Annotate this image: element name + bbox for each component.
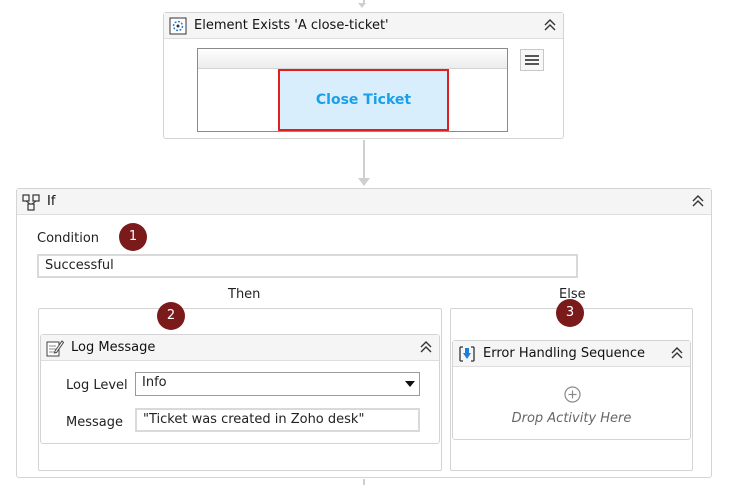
element-exists-header: Element Exists 'A close-ticket' [164,13,563,39]
preview-topbar [198,49,507,69]
bottom-connector [363,479,365,485]
drop-activity-text: Drop Activity Here [511,411,632,426]
then-panel[interactable]: Log Message Log Level Info Message "Tick… [38,308,442,471]
error-handling-header: Error Handling Sequence [453,341,690,367]
element-exists-activity[interactable]: Element Exists 'A close-ticket' Close Ti… [163,12,564,139]
condition-label: Condition [37,231,100,246]
middle-arrowhead [358,178,370,186]
collapse-icon[interactable] [669,345,685,361]
sequence-icon [459,346,475,362]
message-input[interactable]: "Ticket was created in Zoho desk" [135,408,420,432]
step-badge-1: 1 [119,223,147,251]
log-message-icon [46,340,64,357]
log-level-label: Log Level [66,378,128,393]
step-badge-2: 2 [157,302,185,330]
if-icon [22,194,40,211]
condition-input[interactable]: Successful [37,254,578,278]
element-preview: Close Ticket [197,48,508,132]
log-message-title: Log Message [71,340,156,355]
if-title: If [47,194,56,209]
middle-connector [363,140,365,178]
dropdown-arrow-icon [405,381,415,387]
then-label: Then [228,287,261,302]
top-arrowhead [358,3,366,8]
else-panel[interactable]: Error Handling Sequence Drop Activity He… [450,308,693,471]
element-exists-icon [169,17,187,35]
preview-target-element: Close Ticket [278,69,449,131]
log-level-value: Info [142,375,167,390]
log-level-select[interactable]: Info [135,372,420,396]
collapse-icon[interactable] [690,193,706,209]
menu-icon[interactable] [520,49,544,71]
message-label: Message [66,415,123,430]
error-handling-sequence[interactable]: Error Handling Sequence Drop Activity He… [452,340,691,440]
collapse-icon[interactable] [542,17,558,33]
log-message-header: Log Message [41,335,439,361]
element-exists-title: Element Exists 'A close-ticket' [194,18,389,33]
preview-button-label: Close Ticket [315,92,412,108]
log-message-activity[interactable]: Log Message Log Level Info Message "Tick… [40,334,440,444]
error-handling-title: Error Handling Sequence [483,346,646,361]
collapse-icon[interactable] [418,339,434,355]
if-header: If [17,189,711,215]
add-activity-icon[interactable] [564,386,581,403]
step-badge-3: 3 [556,299,584,327]
